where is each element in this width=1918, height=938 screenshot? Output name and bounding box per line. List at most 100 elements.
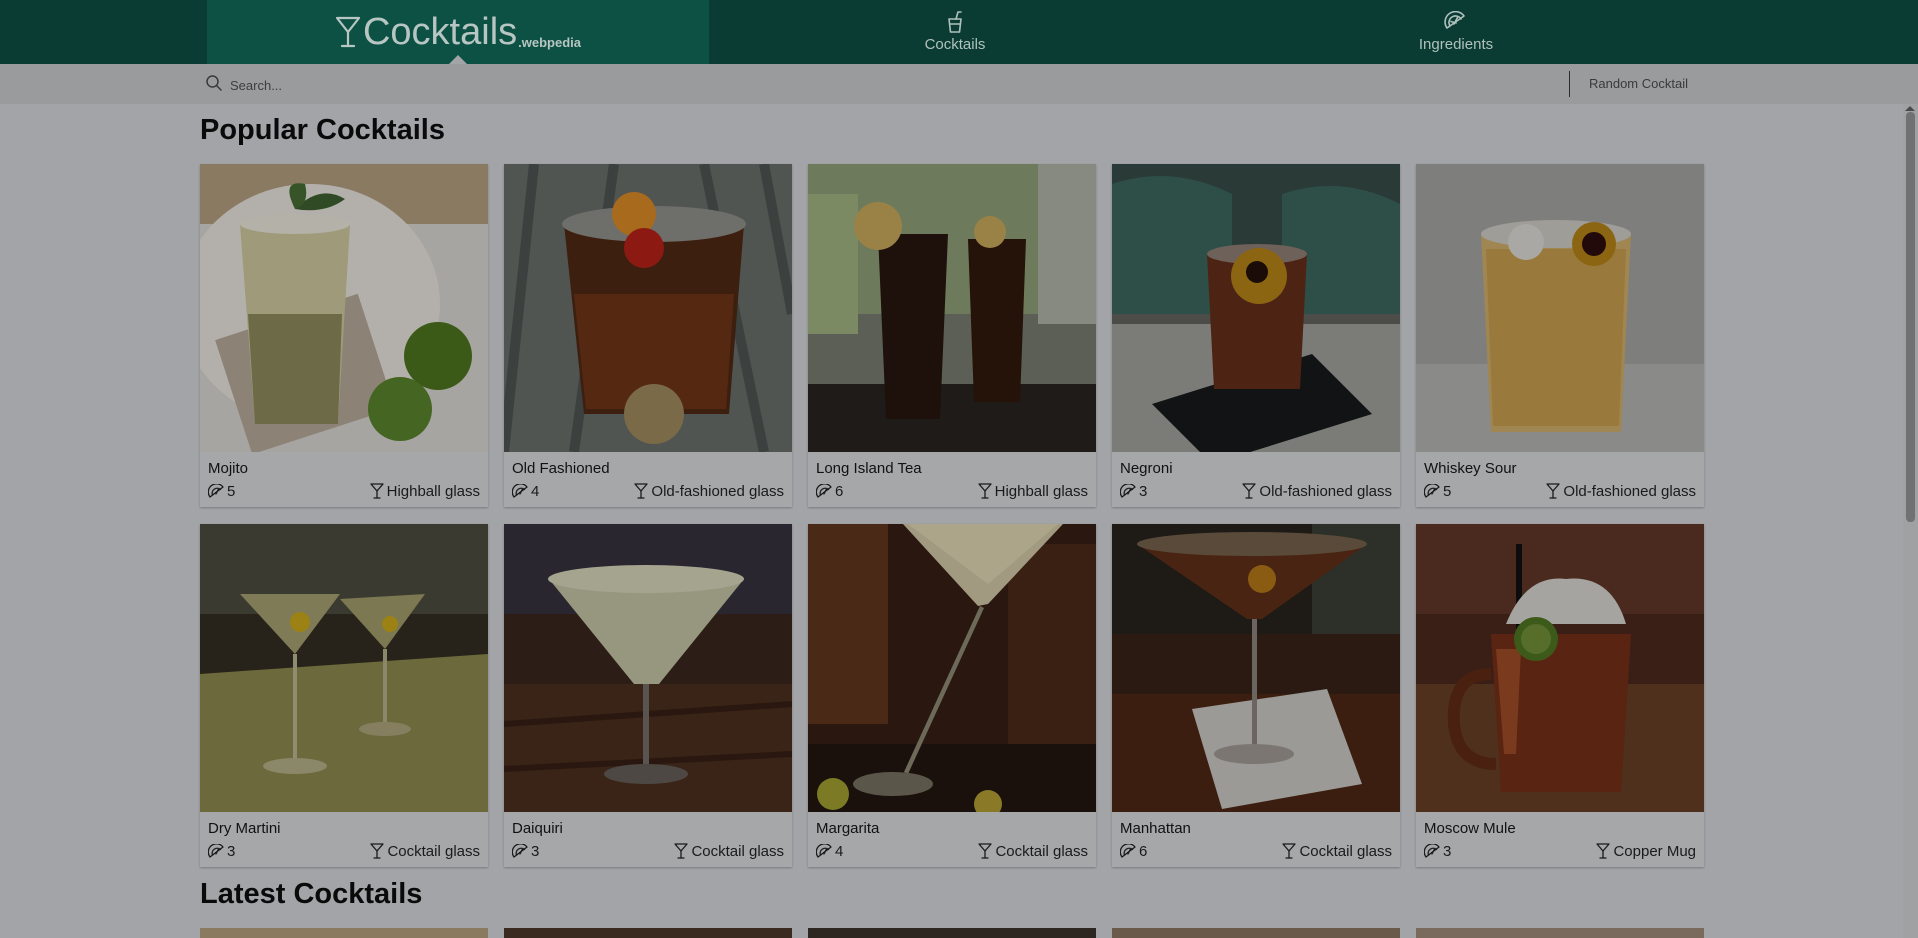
cocktail-glass-icon: [1282, 843, 1297, 859]
cocktail-meta: 6 Highball glass: [816, 482, 1088, 500]
ingredient-count: 5: [227, 482, 236, 500]
scroll-up-icon[interactable]: [1905, 106, 1915, 111]
ingredient-count: 5: [1443, 482, 1452, 500]
brand-name: Cocktails: [362, 11, 518, 53]
search-divider: [1569, 71, 1570, 97]
latest-cocktail-card[interactable]: [504, 928, 792, 938]
lime-slice-icon: [1120, 843, 1136, 858]
nav-ingredients[interactable]: Ingredients: [1346, 0, 1566, 64]
cocktail-name: Daiquiri: [512, 820, 563, 837]
cocktail-glass-icon: [634, 483, 649, 499]
popular-cocktails-title: Popular Cocktails: [200, 114, 445, 146]
cocktail-card-moscow-mule[interactable]: Moscow Mule 3 Copper Mug: [1416, 524, 1704, 867]
cocktail-name: Old Fashioned: [512, 460, 610, 477]
latest-cocktail-card[interactable]: [1112, 928, 1400, 938]
ingredient-count: 3: [1139, 482, 1148, 500]
ingredient-count: 3: [1443, 842, 1452, 860]
cocktail-name: Moscow Mule: [1424, 820, 1516, 837]
lime-slice-icon: [816, 843, 832, 858]
cocktail-meta: 3 Old-fashioned glass: [1120, 482, 1392, 500]
cocktail-name: Manhattan: [1120, 820, 1191, 837]
glass-type: Highball glass: [386, 482, 480, 500]
cocktail-image: [504, 164, 792, 452]
nav-cocktails[interactable]: Cocktails: [845, 0, 1065, 64]
cocktail-card-whiskey-sour[interactable]: Whiskey Sour 5 Old-fashioned glass: [1416, 164, 1704, 507]
drink-cup-icon: [945, 11, 965, 33]
lime-slice-icon: [512, 843, 528, 858]
nav-ingredients-label: Ingredients: [1418, 36, 1494, 53]
cocktail-glass-icon: [370, 843, 385, 859]
cocktail-name: Dry Martini: [208, 820, 281, 837]
cocktail-name: Long Island Tea: [816, 460, 922, 477]
cocktail-card-daiquiri[interactable]: Daiquiri 3 Cocktail glass: [504, 524, 792, 867]
cocktail-card-negroni[interactable]: Negroni 3 Old-fashioned glass: [1112, 164, 1400, 507]
cocktail-card-dry-martini[interactable]: Dry Martini 3 Cocktail glass: [200, 524, 488, 867]
cocktail-meta: 3 Copper Mug: [1424, 842, 1696, 860]
cocktail-glass-icon: [978, 843, 993, 859]
cocktail-glass-icon: [369, 483, 384, 499]
nav-cocktails-label: Cocktails: [924, 36, 986, 53]
cocktail-glass-icon: [1596, 843, 1611, 859]
cocktail-name: Whiskey Sour: [1424, 460, 1517, 477]
cocktail-glass-icon: [977, 483, 992, 499]
cocktail-glass-icon: [1242, 483, 1257, 499]
ingredient-count: 6: [1139, 842, 1148, 860]
latest-cocktails-title: Latest Cocktails: [200, 878, 423, 910]
lime-slice-icon: [512, 483, 528, 498]
lime-slice-icon: [816, 483, 832, 498]
glass-type: Cocktail glass: [995, 842, 1088, 860]
cocktail-glass-icon: [335, 15, 361, 54]
cocktail-name: Mojito: [208, 460, 249, 477]
ingredient-count: 3: [227, 842, 236, 860]
glass-type: Cocktail glass: [691, 842, 784, 860]
cocktail-meta: 6 Cocktail glass: [1120, 842, 1392, 860]
glass-type: Old-fashioned glass: [1259, 482, 1392, 500]
cocktail-image: [200, 164, 488, 452]
lime-slice-icon: [208, 843, 224, 858]
cocktail-card-old-fashioned[interactable]: Old Fashioned 4 Old-fashioned glass: [504, 164, 792, 507]
cocktail-meta: 3 Cocktail glass: [512, 842, 784, 860]
cocktail-glass-icon: [674, 843, 689, 859]
lime-slice-icon: [1424, 483, 1440, 498]
cocktail-meta: 5 Highball glass: [208, 482, 480, 500]
ingredient-count: 4: [531, 482, 540, 500]
cocktail-card-manhattan[interactable]: Manhattan 6 Cocktail glass: [1112, 524, 1400, 867]
glass-type: Old-fashioned glass: [651, 482, 784, 500]
cocktail-image: [200, 524, 488, 812]
cocktail-image: [1112, 164, 1400, 452]
ingredient-count: 6: [835, 482, 844, 500]
cocktail-meta: 3 Cocktail glass: [208, 842, 480, 860]
latest-cocktail-card[interactable]: [200, 928, 488, 938]
cocktail-card-mojito[interactable]: Mojito 5 Highball glass: [200, 164, 488, 507]
glass-type: Cocktail glass: [387, 842, 480, 860]
lime-slice-icon: [1120, 483, 1136, 498]
scrollbar-thumb[interactable]: [1906, 112, 1915, 522]
cocktail-name: Negroni: [1120, 460, 1173, 477]
ingredient-count: 4: [835, 842, 844, 860]
latest-cocktail-card[interactable]: [1416, 928, 1704, 938]
cocktail-image: [808, 524, 1096, 812]
cocktail-meta: 5 Old-fashioned glass: [1424, 482, 1696, 500]
cocktail-card-long-island-tea[interactable]: Long Island Tea 6 Highball glass: [808, 164, 1096, 507]
lime-slice-icon: [1424, 843, 1440, 858]
cocktail-image: [808, 164, 1096, 452]
top-navigation: Cocktails .webpedia Cocktails Ingredient…: [0, 0, 1918, 64]
lime-slice-icon: [1444, 10, 1468, 33]
cocktail-meta: 4 Cocktail glass: [816, 842, 1088, 860]
cocktail-image: [1112, 524, 1400, 812]
latest-cocktail-card[interactable]: [808, 928, 1096, 938]
cocktail-image: [1416, 524, 1704, 812]
cocktail-glass-icon: [1546, 483, 1561, 499]
brand-suffix: .webpedia: [518, 35, 581, 50]
cocktail-meta: 4 Old-fashioned glass: [512, 482, 784, 500]
cocktail-card-margarita[interactable]: Margarita 4 Cocktail glass: [808, 524, 1096, 867]
ingredient-count: 3: [531, 842, 540, 860]
search-input[interactable]: [228, 72, 1532, 98]
search-icon: [205, 74, 223, 97]
random-cocktail-link[interactable]: Random Cocktail: [1589, 76, 1688, 91]
cocktail-image: [1416, 164, 1704, 452]
lime-slice-icon: [208, 483, 224, 498]
cocktail-name: Margarita: [816, 820, 880, 837]
active-indicator: [449, 55, 467, 64]
glass-type: Copper Mug: [1613, 842, 1696, 860]
